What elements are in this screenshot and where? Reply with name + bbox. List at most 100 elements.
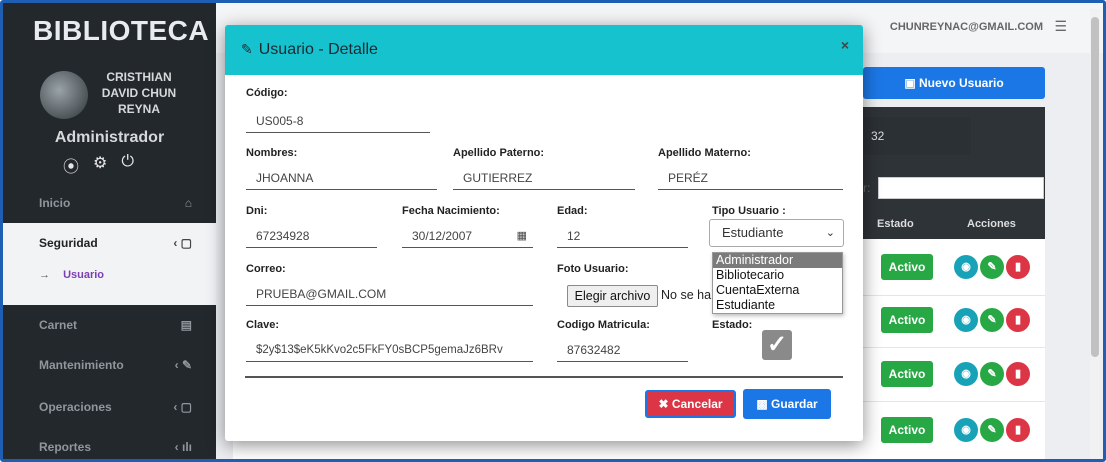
cancel-circle-icon: ✖ bbox=[658, 397, 669, 411]
edit-button[interactable]: ✎ bbox=[980, 362, 1004, 386]
sidebar-item-seguridad[interactable]: Seguridad ‹ ▢ bbox=[3, 223, 216, 263]
folder-icon: ‹ ▢ bbox=[173, 400, 192, 414]
user-detail-modal: ✎ Usuario - Detalle × Código: US005-8 Nom… bbox=[225, 25, 863, 441]
dropdown-option[interactable]: CuentaExterna bbox=[713, 283, 842, 298]
apellido-paterno-label: Apellido Paterno: bbox=[453, 147, 545, 159]
status-badge: Activo bbox=[881, 361, 933, 387]
fecha-nacimiento-field[interactable]: 30/12/2007 ▦ bbox=[402, 224, 533, 248]
count-box: 32 bbox=[863, 117, 971, 155]
edad-label: Edad: bbox=[557, 205, 588, 217]
codigo-field[interactable]: US005-8 bbox=[246, 109, 430, 133]
codigo-matricula-label: Codigo Matricula: bbox=[557, 319, 650, 331]
divider bbox=[245, 376, 843, 378]
cancel-button[interactable]: ✖ Cancelar bbox=[645, 390, 736, 418]
tipo-usuario-label: Tipo Usuario : bbox=[712, 205, 786, 217]
choose-file-button[interactable]: Elegir archivo bbox=[567, 285, 658, 307]
arrow-right-icon: → bbox=[39, 269, 50, 281]
sidebar-item-operaciones[interactable]: Operaciones ‹ ▢ bbox=[3, 387, 216, 427]
gear-icon[interactable]: ⚙ bbox=[93, 153, 107, 177]
file-status: No se ha bbox=[661, 288, 712, 302]
user-name: CRISTHIAN DAVID CHUN REYNA bbox=[101, 70, 177, 116]
sidebar: BIBLIOTECA CRISTHIAN DAVID CHUN REYNA Ad… bbox=[3, 3, 216, 459]
sidebar-item-reportes[interactable]: Reportes ‹ ılı bbox=[3, 427, 216, 459]
folder-icon: ‹ ▢ bbox=[173, 236, 192, 250]
estado-checkbox[interactable]: ✓ bbox=[762, 330, 792, 360]
close-icon[interactable]: × bbox=[841, 37, 849, 53]
fecha-nacimiento-label: Fecha Nacimiento: bbox=[402, 205, 500, 217]
view-button[interactable]: ◉ bbox=[954, 362, 978, 386]
correo-field[interactable]: PRUEBA@GMAIL.COM bbox=[246, 282, 533, 306]
new-user-button[interactable]: ▣ Nuevo Usuario bbox=[863, 67, 1045, 99]
scrollbar-thumb[interactable] bbox=[1091, 17, 1099, 357]
dropdown-option[interactable]: Bibliotecario bbox=[713, 268, 842, 283]
sidebar-subitem-usuario[interactable]: → Usuario bbox=[3, 261, 216, 305]
avatar bbox=[40, 71, 88, 119]
plus-square-icon: ▣ bbox=[904, 76, 916, 90]
apellido-paterno-field[interactable]: GUTIERREZ bbox=[453, 166, 635, 190]
edad-field[interactable]: 12 bbox=[557, 224, 688, 248]
user-actions: ⦿ ⚙ ⏻ bbox=[63, 153, 134, 177]
save-button[interactable]: ▩ Guardar bbox=[743, 389, 831, 419]
brand-logo: BIBLIOTECA bbox=[33, 15, 210, 46]
modal-header: ✎ Usuario - Detalle × bbox=[225, 25, 863, 75]
status-badge: Activo bbox=[881, 254, 933, 280]
estado-label: Estado: bbox=[712, 319, 753, 331]
view-button[interactable]: ◉ bbox=[954, 418, 978, 442]
column-acciones[interactable]: Acciones bbox=[967, 218, 1016, 230]
table-header: Estado Acciones bbox=[863, 209, 1045, 239]
sidebar-item-label: Reportes bbox=[39, 440, 92, 454]
edit-button[interactable]: ✎ bbox=[980, 255, 1004, 279]
dropdown-option[interactable]: Estudiante bbox=[713, 298, 842, 313]
home-icon: ⌂ bbox=[184, 196, 192, 210]
nombres-field[interactable]: JHOANNA bbox=[246, 166, 437, 190]
modal-title: ✎ Usuario - Detalle bbox=[241, 41, 378, 58]
delete-button[interactable]: ▮ bbox=[1006, 255, 1030, 279]
calendar-icon[interactable]: ▦ bbox=[517, 224, 527, 248]
sidebar-item-inicio[interactable]: Inicio ⌂ bbox=[3, 183, 216, 223]
dni-label: Dni: bbox=[246, 205, 268, 217]
nombres-label: Nombres: bbox=[246, 147, 298, 159]
codigo-matricula-field[interactable]: 87632482 bbox=[557, 338, 688, 362]
save-icon: ▩ bbox=[756, 397, 768, 411]
column-estado[interactable]: Estado bbox=[877, 218, 914, 230]
power-icon[interactable]: ⏻ bbox=[121, 153, 134, 177]
delete-button[interactable]: ▮ bbox=[1006, 418, 1030, 442]
sidebar-item-label: Carnet bbox=[39, 318, 78, 332]
clave-field[interactable]: $2y$13$eK5kKvo2c5FkFY0sBCP5gemaJz6BRv bbox=[246, 338, 533, 362]
sidebar-item-label: Inicio bbox=[39, 196, 71, 210]
apellido-materno-label: Apellido Materno: bbox=[658, 147, 751, 159]
foto-usuario-label: Foto Usuario: bbox=[557, 263, 629, 275]
wrench-icon: ‹ ✎ bbox=[174, 358, 192, 372]
clave-label: Clave: bbox=[246, 319, 280, 331]
app-frame: BIBLIOTECA CRISTHIAN DAVID CHUN REYNA Ad… bbox=[0, 0, 1106, 462]
user-email[interactable]: CHUNREYNAC@GMAIL.COM bbox=[890, 21, 1043, 33]
correo-label: Correo: bbox=[246, 263, 286, 275]
sidebar-subitem-label: Usuario bbox=[63, 269, 105, 281]
view-button[interactable]: ◉ bbox=[954, 308, 978, 332]
dropdown-option[interactable]: Administrador bbox=[713, 253, 842, 268]
edit-button[interactable]: ✎ bbox=[980, 418, 1004, 442]
tipo-usuario-select[interactable]: Estudiante ⌄ bbox=[709, 219, 844, 247]
search-input[interactable] bbox=[878, 177, 1044, 199]
sidebar-item-carnet[interactable]: Carnet ▤ bbox=[3, 305, 216, 345]
tipo-usuario-dropdown: Administrador Bibliotecario CuentaExtern… bbox=[712, 252, 843, 314]
status-badge: Activo bbox=[881, 417, 933, 443]
codigo-label: Código: bbox=[246, 87, 288, 99]
delete-button[interactable]: ▮ bbox=[1006, 362, 1030, 386]
chart-icon: ‹ ılı bbox=[174, 440, 192, 454]
sidebar-item-label: Operaciones bbox=[39, 400, 112, 414]
status-badge: Activo bbox=[881, 307, 933, 333]
delete-button[interactable]: ▮ bbox=[1006, 308, 1030, 332]
list-icon[interactable]: ☰ bbox=[1054, 18, 1067, 35]
view-button[interactable]: ◉ bbox=[954, 255, 978, 279]
chevron-down-icon: ⌄ bbox=[825, 227, 835, 239]
sidebar-item-mantenimiento[interactable]: Mantenimiento ‹ ✎ bbox=[3, 345, 216, 385]
dni-field[interactable]: 67234928 bbox=[246, 224, 377, 248]
apellido-materno-field[interactable]: PERÉZ bbox=[658, 166, 843, 190]
user-circle-icon[interactable]: ⦿ bbox=[63, 153, 79, 177]
id-card-icon: ▤ bbox=[180, 318, 192, 332]
user-edit-icon: ✎ bbox=[241, 41, 253, 57]
user-role: Administrador bbox=[54, 129, 165, 146]
edit-button[interactable]: ✎ bbox=[980, 308, 1004, 332]
search-label: r: bbox=[863, 181, 871, 195]
